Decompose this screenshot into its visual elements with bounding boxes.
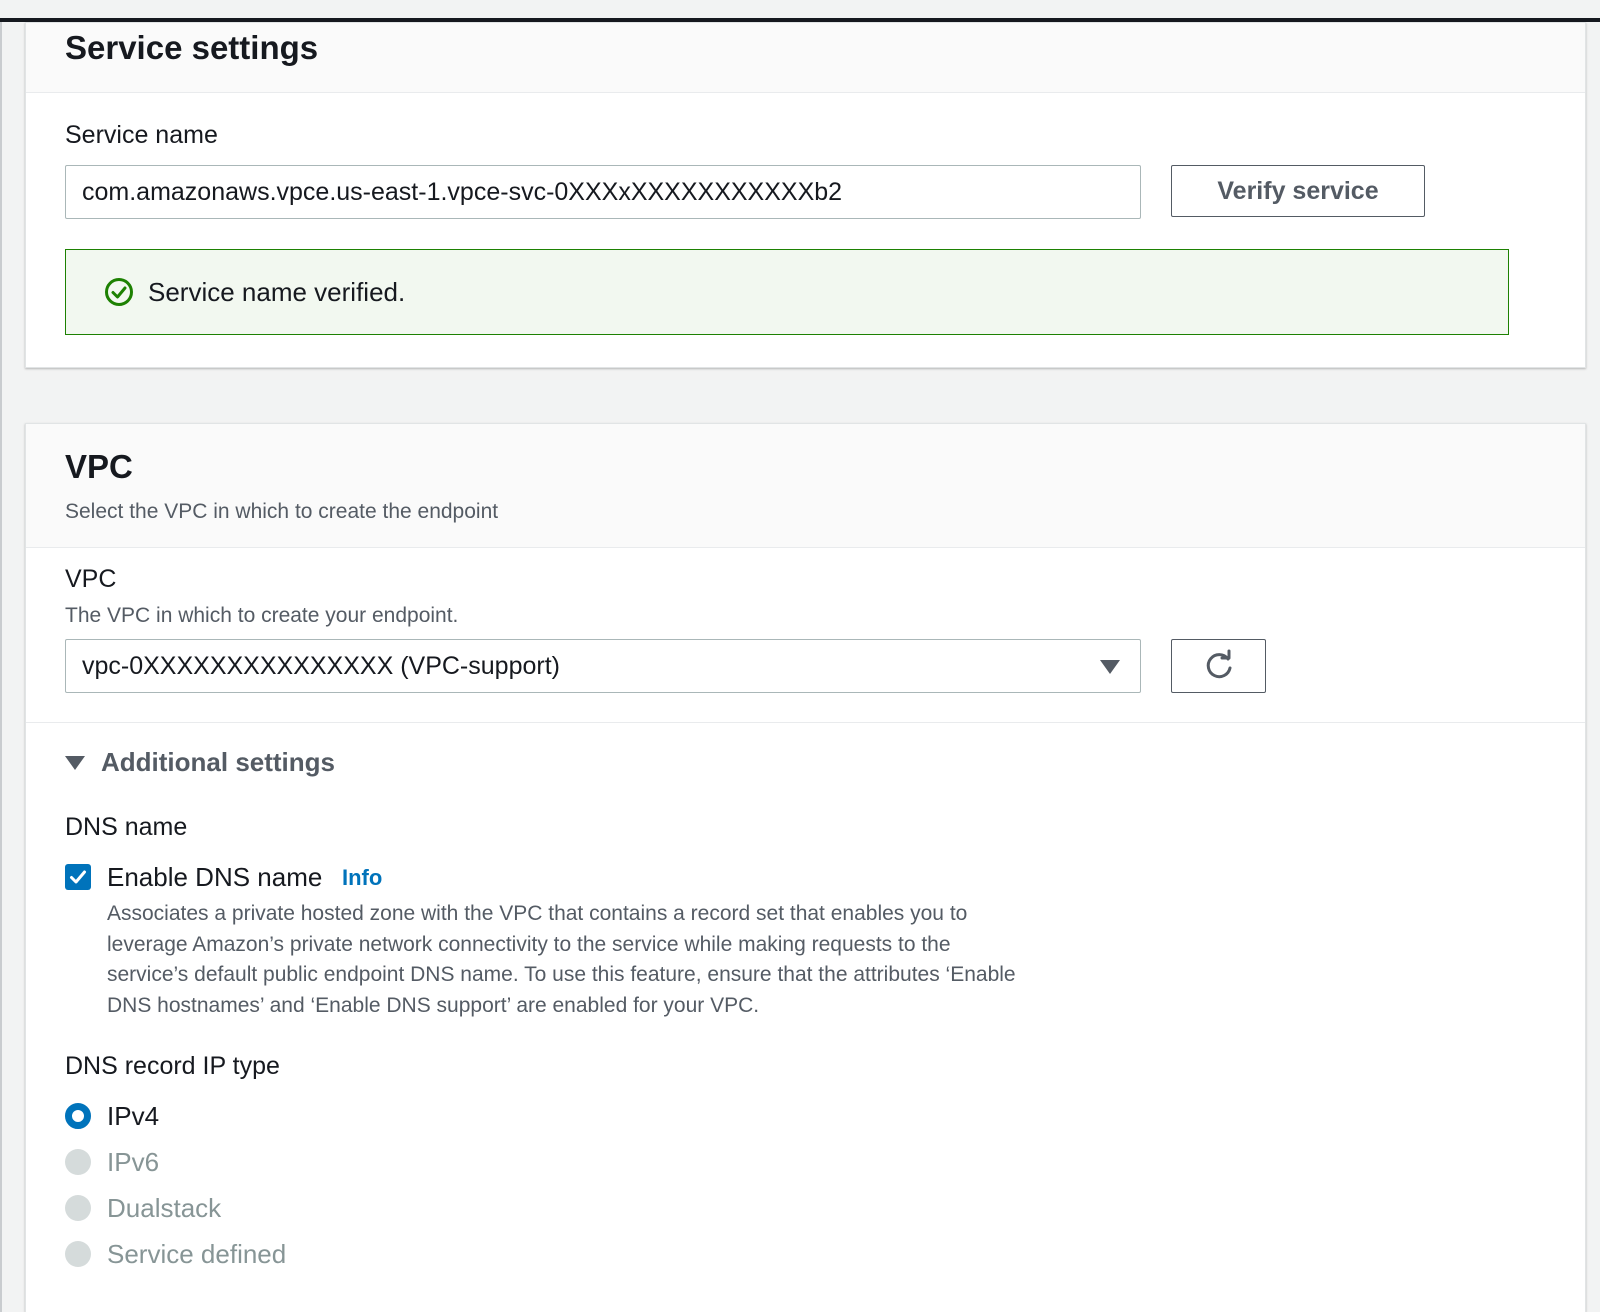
dns-name-label: DNS name	[65, 813, 188, 841]
radio-service-defined[interactable]	[65, 1241, 91, 1267]
dns-description-line: leverage Amazon’s private network connec…	[107, 933, 951, 956]
page-left-edge	[0, 22, 2, 1312]
vpc-header: VPC Select the VPC in which to create th…	[26, 424, 1585, 548]
radio-service-defined-label[interactable]: Service defined	[107, 1237, 286, 1271]
verify-service-button[interactable]: Verify service	[1171, 165, 1425, 217]
service-verified-alert: Service name verified.	[65, 249, 1509, 335]
service-name-input[interactable]: com.amazonaws.vpce.us-east-1.vpce-svc-0X…	[65, 165, 1141, 219]
alert-message: Service name verified.	[148, 276, 406, 307]
vpc-field-description: The VPC in which to create your endpoint…	[65, 604, 459, 627]
refresh-icon	[1202, 649, 1236, 683]
additional-settings-label: Additional settings	[101, 747, 335, 777]
section-divider	[26, 722, 1585, 723]
radio-ipv4-label[interactable]: IPv4	[107, 1099, 159, 1133]
service-name-label: Service name	[65, 121, 218, 149]
vpc-select[interactable]: vpc-0XXXXXXXXXXXXXXX (VPC-support)	[65, 639, 1141, 693]
dns-description-line: service’s default public endpoint DNS na…	[107, 963, 1016, 986]
radio-ipv6[interactable]	[65, 1149, 91, 1175]
radio-ipv6-label[interactable]: IPv6	[107, 1145, 159, 1179]
radio-dualstack[interactable]	[65, 1195, 91, 1221]
dns-description-line: Associates a private hosted zone with th…	[107, 902, 968, 925]
info-link[interactable]: Info	[342, 861, 382, 895]
vpc-section-subtitle: Select the VPC in which to create the en…	[65, 500, 499, 523]
checkmark-icon	[68, 867, 88, 887]
service-settings-card: Service settings Service name com.amazon…	[25, 22, 1586, 368]
vpc-section-title: VPC	[65, 448, 133, 485]
radio-ipv4[interactable]	[65, 1103, 91, 1129]
caret-down-icon	[1100, 660, 1120, 674]
additional-settings-toggle[interactable]: Additional settings	[65, 747, 335, 778]
check-circle-icon	[104, 277, 134, 307]
enable-dns-checkbox[interactable]	[65, 864, 91, 890]
dns-record-ip-type-label: DNS record IP type	[65, 1052, 280, 1080]
service-settings-title: Service settings	[65, 29, 319, 66]
caret-down-icon	[65, 755, 85, 770]
dns-description-line: DNS hostnames’ and ‘Enable DNS support’ …	[107, 994, 760, 1017]
vpc-card: VPC Select the VPC in which to create th…	[25, 423, 1586, 1312]
vpc-select-value: vpc-0XXXXXXXXXXXXXXX (VPC-support)	[82, 652, 560, 680]
enable-dns-label[interactable]: Enable DNS name	[107, 860, 322, 894]
service-settings-header: Service settings	[26, 23, 1585, 93]
vpc-field-label: VPC	[65, 565, 117, 593]
radio-dualstack-label[interactable]: Dualstack	[107, 1191, 221, 1225]
refresh-vpc-button[interactable]	[1171, 639, 1266, 693]
